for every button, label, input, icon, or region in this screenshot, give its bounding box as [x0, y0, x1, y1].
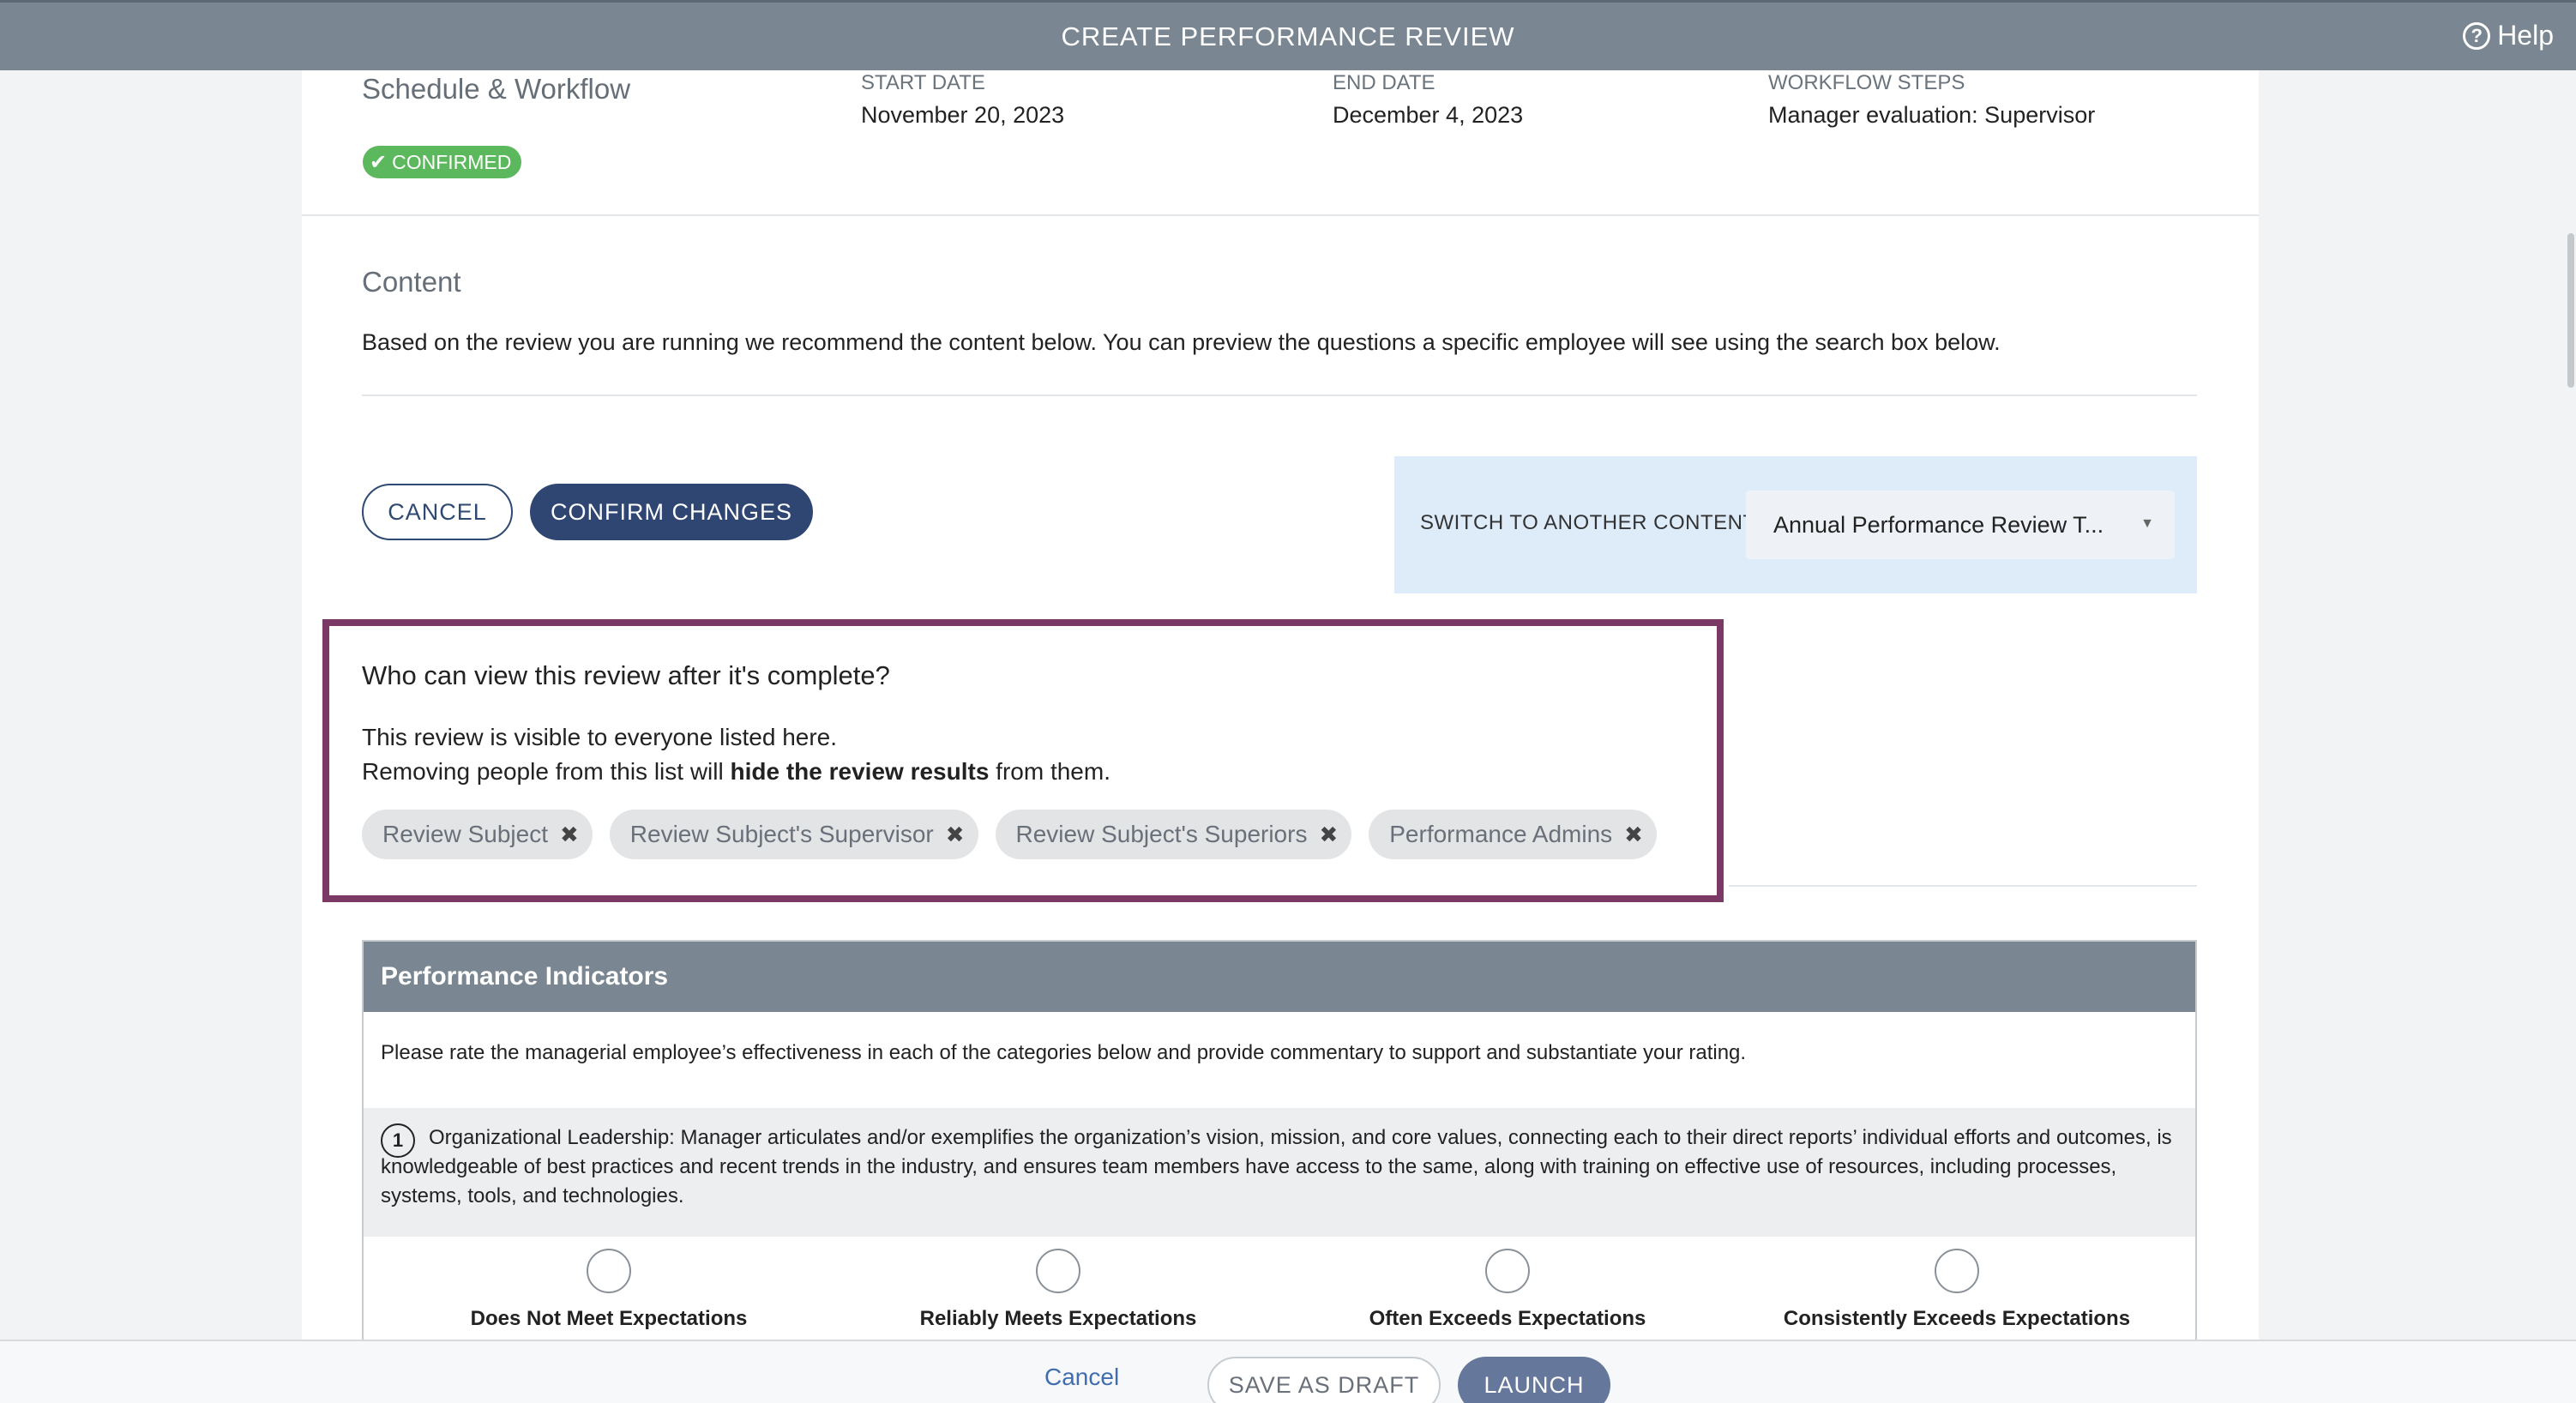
visibility-title: Who can view this review after it's comp… — [362, 660, 890, 690]
question-circle-icon: ? — [2463, 21, 2491, 50]
footer-action-bar: Cancel SAVE AS DRAFT LAUNCH — [0, 1340, 2576, 1403]
rating-radio[interactable] — [587, 1249, 631, 1293]
top-bar: CREATE PERFORMANCE REVIEW ? Help — [0, 0, 2576, 70]
visibility-warning-bold: hide the review results — [730, 758, 990, 785]
chip-label: Review Subject — [382, 821, 548, 847]
footer-cancel-link[interactable]: Cancel — [1044, 1364, 1119, 1391]
close-icon[interactable]: ✖ — [560, 822, 579, 848]
divider — [1729, 885, 2197, 887]
page-title: CREATE PERFORMANCE REVIEW — [1061, 21, 1515, 51]
chip-review-subject: Review Subject ✖ — [362, 810, 593, 859]
start-date-block: START DATE November 20, 2023 — [861, 70, 1064, 130]
content-title: Content — [362, 266, 461, 298]
chip-review-subject-superiors: Review Subject's Superiors ✖ — [995, 810, 1352, 859]
rating-option: Does Not Meet Expectations — [429, 1249, 789, 1331]
rating-label: Often Exceeds Expectations — [1369, 1307, 1646, 1330]
scrollbar-thumb[interactable] — [2567, 233, 2574, 388]
start-date-value: November 20, 2023 — [861, 102, 1065, 128]
rating-option: Consistently Exceeds Expectations — [1777, 1249, 2137, 1331]
performance-indicators-title: Performance Indicators — [364, 942, 2195, 1012]
close-icon[interactable]: ✖ — [1319, 822, 1338, 848]
rating-radio[interactable] — [1036, 1249, 1080, 1293]
switch-content-panel: SWITCH TO ANOTHER CONTENT Annual Perform… — [1394, 456, 2197, 593]
visibility-warning-suffix: from them. — [989, 758, 1110, 785]
chip-label: Performance Admins — [1389, 821, 1613, 847]
rating-radio[interactable] — [1485, 1249, 1530, 1293]
chip-label: Review Subject's Supervisor — [629, 821, 934, 847]
visibility-description: This review is visible to everyone liste… — [362, 724, 838, 750]
launch-button[interactable]: LAUNCH — [1458, 1357, 1610, 1403]
divider — [362, 394, 2197, 396]
content-select-value: Annual Performance Review T... — [1773, 511, 2104, 538]
review-form-card: Schedule & Workflow ✔ CONFIRMED START DA… — [302, 70, 2259, 1343]
cancel-button[interactable]: CANCEL — [362, 484, 513, 540]
scrollbar[interactable] — [2564, 70, 2576, 1340]
question-text: Organizational Leadership: Manager artic… — [381, 1126, 2172, 1207]
close-icon[interactable]: ✖ — [1624, 822, 1643, 848]
workflow-value: Manager evaluation: Supervisor — [1768, 102, 2096, 128]
switch-content-label: SWITCH TO ANOTHER CONTENT — [1420, 511, 1756, 534]
rating-label: Consistently Exceeds Expectations — [1783, 1307, 2131, 1330]
save-as-draft-button[interactable]: SAVE AS DRAFT — [1207, 1357, 1441, 1403]
end-date-label: END DATE — [1333, 71, 1435, 94]
start-date-label: START DATE — [861, 71, 985, 94]
visibility-warning-prefix: Removing people from this list will — [362, 758, 731, 785]
rating-options: Does Not Meet Expectations Reliably Meet… — [364, 1249, 2195, 1343]
help-label: Help — [2497, 20, 2554, 51]
content-select[interactable]: Annual Performance Review T... ▼ — [1746, 491, 2175, 559]
caret-down-icon: ▼ — [2140, 516, 2154, 531]
chip-label: Review Subject's Superiors — [1015, 821, 1308, 847]
visibility-warning: Removing people from this list will hide… — [362, 758, 1110, 786]
close-icon[interactable]: ✖ — [946, 822, 965, 848]
confirmed-badge: ✔ CONFIRMED — [363, 146, 522, 178]
content-description: Based on the review you are running we r… — [362, 329, 2001, 355]
performance-instructions: Please rate the managerial employee’s ef… — [381, 1041, 1747, 1064]
rating-label: Reliably Meets Expectations — [919, 1307, 1197, 1330]
confirm-changes-button[interactable]: CONFIRM CHANGES — [530, 484, 813, 540]
visibility-panel: Who can view this review after it's comp… — [322, 619, 1724, 902]
workflow-block: WORKFLOW STEPS Manager evaluation: Super… — [1768, 70, 2095, 130]
schedule-title: Schedule & Workflow — [362, 73, 631, 105]
confirmed-badge-label: CONFIRMED — [392, 150, 512, 173]
workflow-label: WORKFLOW STEPS — [1768, 71, 1965, 94]
rating-label: Does Not Meet Expectations — [470, 1307, 748, 1330]
rating-radio[interactable] — [1935, 1249, 1979, 1293]
performance-indicators-section: Performance Indicators Please rate the m… — [362, 940, 2197, 1343]
end-date-value: December 4, 2023 — [1333, 102, 1524, 128]
question-block: 1 Organizational Leadership: Manager art… — [364, 1108, 2195, 1237]
rating-option: Reliably Meets Expectations — [878, 1249, 1238, 1331]
viewer-chips: Review Subject ✖ Review Subject's Superv… — [362, 810, 1657, 859]
rating-option: Often Exceeds Expectations — [1327, 1249, 1688, 1331]
end-date-block: END DATE December 4, 2023 — [1333, 70, 1523, 130]
chip-review-subject-supervisor: Review Subject's Supervisor ✖ — [609, 810, 978, 859]
divider — [302, 214, 2259, 216]
chip-performance-admins: Performance Admins ✖ — [1369, 810, 1657, 859]
help-link[interactable]: ? Help — [2463, 20, 2554, 51]
check-icon: ✔ — [370, 150, 388, 174]
